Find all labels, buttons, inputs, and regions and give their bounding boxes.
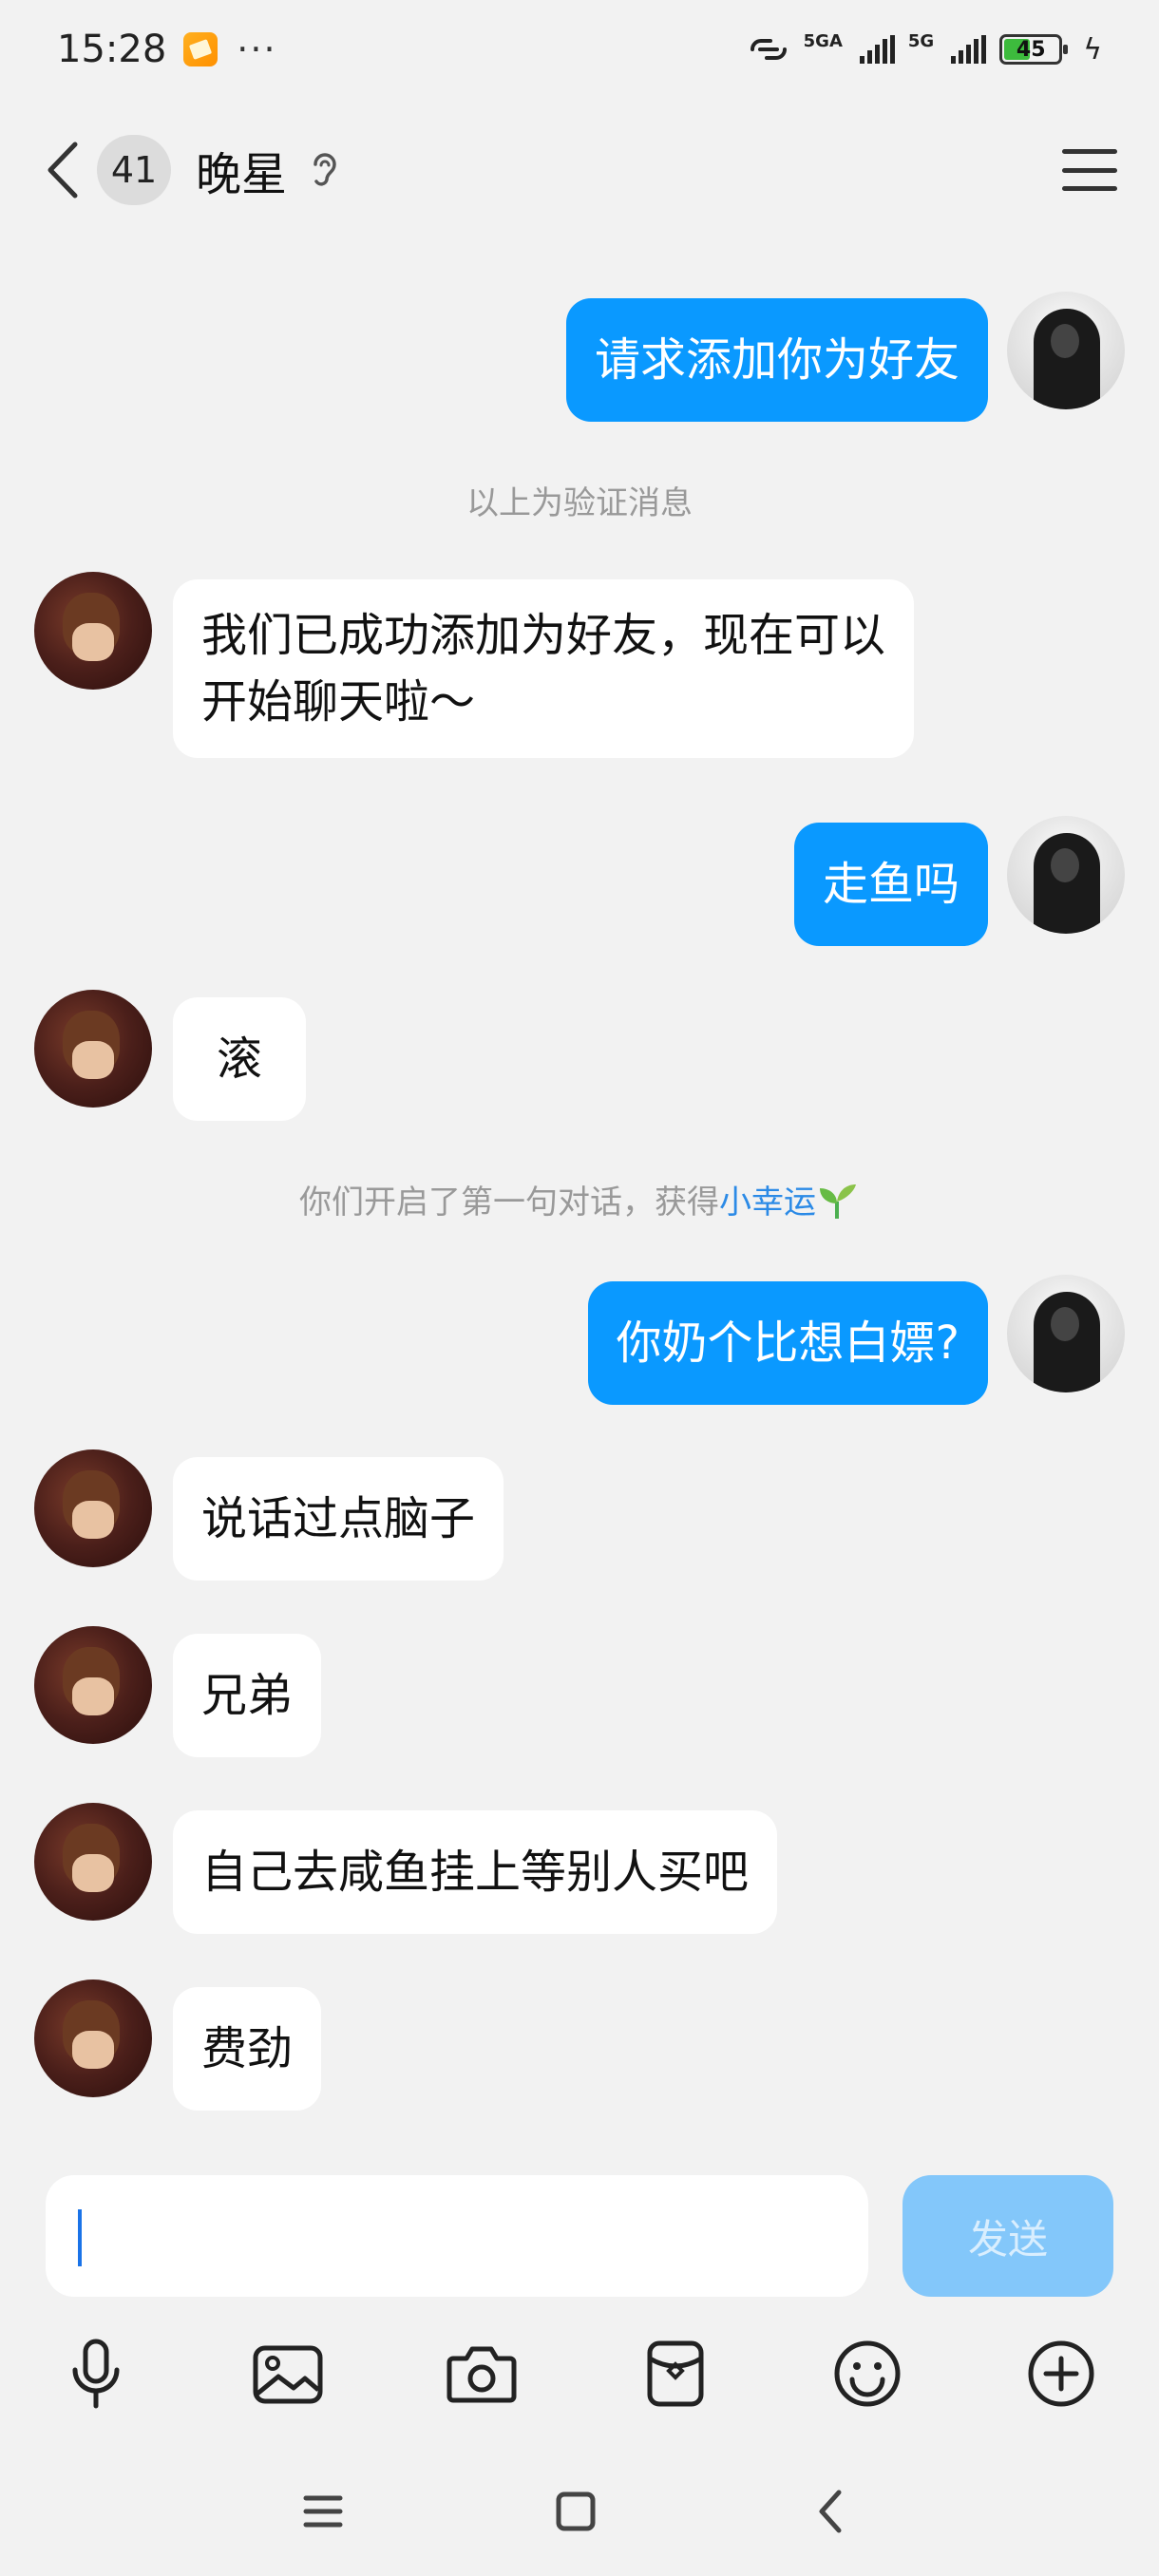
signal-icon <box>859 35 895 64</box>
message-bubble-self[interactable]: 走鱼吗 <box>793 823 988 946</box>
menu-nav-icon[interactable] <box>285 2473 361 2549</box>
system-note: 你们开启了第一句对话，获得小幸运 <box>0 1176 1159 1222</box>
message-bubble-other[interactable]: 兄弟 <box>173 1634 322 1757</box>
message-bubble-self[interactable]: 你奶个比想白嫖? <box>587 1281 988 1405</box>
friend-avatar[interactable] <box>34 1449 152 1567</box>
sprout-icon <box>820 1184 856 1219</box>
self-avatar[interactable] <box>1007 1275 1125 1392</box>
system-note: 以上为验证消息 <box>466 484 693 522</box>
message-input[interactable] <box>46 2175 868 2297</box>
input-bar: 发送 <box>0 2150 1159 2445</box>
message-line: 开始聊天啦～ <box>201 675 476 729</box>
message-bubble-other[interactable]: 说话过点脑子 <box>173 1457 504 1581</box>
image-icon[interactable] <box>245 2331 331 2416</box>
system-note-text: 你们开启了第一句对话，获得 <box>299 1184 719 1222</box>
link-icon <box>750 39 787 60</box>
plus-icon[interactable] <box>1018 2331 1104 2416</box>
charging-icon: ϟ <box>1083 32 1102 66</box>
friend-avatar[interactable] <box>34 1979 152 2097</box>
friend-avatar[interactable] <box>34 1803 152 1921</box>
back-icon[interactable] <box>38 132 86 208</box>
message-list[interactable]: 请求添加你为好友 以上为验证消息 我们已成功添加为好友，现在可以 开始聊天啦～ … <box>0 241 1159 2150</box>
send-button[interactable]: 发送 <box>902 2175 1113 2297</box>
message-line: 我们已成功添加为好友，现在可以 <box>201 609 886 662</box>
status-more-indicator: ··· <box>237 28 277 70</box>
menu-icon[interactable] <box>1058 142 1121 199</box>
camera-icon[interactable] <box>439 2331 524 2416</box>
status-bar: 15:28 ··· 5GA 5G 45 ϟ <box>0 0 1159 99</box>
red-packet-icon[interactable] <box>633 2331 718 2416</box>
self-avatar[interactable] <box>1007 292 1125 409</box>
message-bubble-other[interactable]: 费劲 <box>173 1987 322 2111</box>
lucky-link[interactable]: 小幸运 <box>719 1184 816 1222</box>
message-bubble-self[interactable]: 请求添加你为好友 <box>565 298 988 422</box>
chat-title[interactable]: 晚星 <box>196 137 287 203</box>
self-avatar[interactable] <box>1007 816 1125 934</box>
unread-count-badge[interactable]: 41 <box>97 135 171 205</box>
input-toolbar <box>0 2331 1159 2435</box>
system-nav-bar <box>0 2445 1159 2576</box>
friend-avatar[interactable] <box>34 572 152 690</box>
ear-icon <box>314 153 336 186</box>
notification-app-icon <box>183 32 218 66</box>
chat-header: 41 晚星 <box>0 99 1159 241</box>
friend-avatar[interactable] <box>34 1626 152 1744</box>
microphone-icon[interactable] <box>53 2331 139 2416</box>
message-bubble-other[interactable]: 自己去咸鱼挂上等别人买吧 <box>173 1810 778 1934</box>
message-bubble-other[interactable]: 我们已成功添加为好友，现在可以 开始聊天啦～ <box>173 579 915 758</box>
text-caret <box>78 2209 82 2266</box>
battery-icon: 45 <box>999 34 1069 65</box>
emoji-icon[interactable] <box>825 2331 910 2416</box>
friend-avatar[interactable] <box>34 990 152 1108</box>
signal2-label: 5G <box>907 30 935 51</box>
status-right-group: 5GA 5G 45 ϟ <box>747 30 1102 66</box>
home-nav-icon[interactable] <box>538 2473 614 2549</box>
status-time: 15:28 <box>57 28 167 71</box>
back-nav-icon[interactable] <box>792 2473 868 2549</box>
signal1-label: 5GA <box>803 30 843 51</box>
message-bubble-other[interactable]: 滚 <box>173 997 307 1121</box>
signal-icon-2 <box>951 35 987 64</box>
battery-level: 45 <box>1016 37 1046 62</box>
